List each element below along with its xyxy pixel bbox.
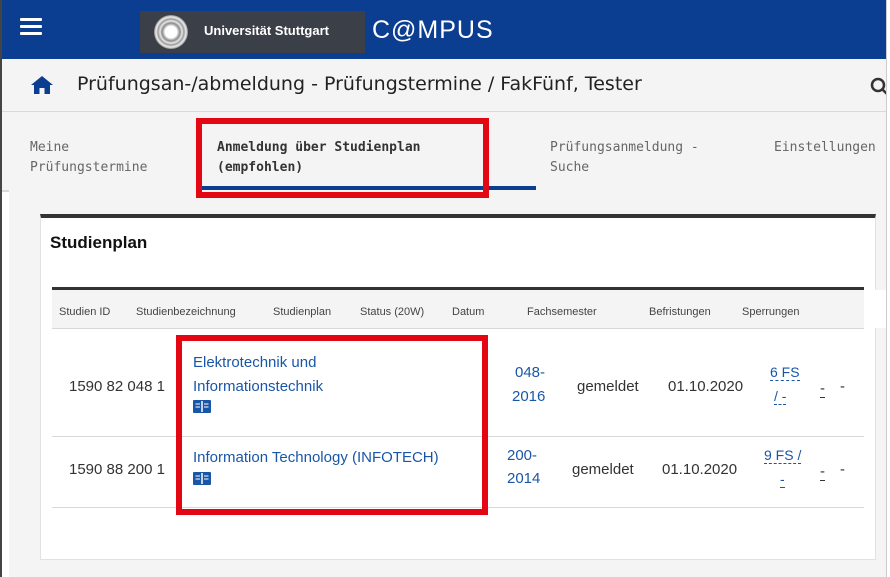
column-header-befristungen[interactable]: Befristungen bbox=[649, 306, 711, 318]
studien-id: 1590 82 048 1 bbox=[69, 378, 165, 395]
home-icon[interactable] bbox=[30, 75, 54, 100]
column-header-sperrungen[interactable]: Sperrungen bbox=[742, 306, 800, 318]
studienbezeichnung-link[interactable]: Information Technology (INFOTECH) bbox=[193, 449, 439, 466]
column-header-studienplan[interactable]: Studienplan bbox=[273, 306, 331, 318]
studienplan-link[interactable]: 200- bbox=[507, 447, 537, 464]
tab-meine-pruefungstermine[interactable]: Meine Prüfungstermine bbox=[30, 138, 147, 178]
tab-pruefungsanmeldung-suche[interactable]: Prüfungsanmeldung - Suche bbox=[550, 138, 699, 178]
datum-value: 01.10.2020 bbox=[662, 461, 738, 478]
university-seal-icon bbox=[154, 15, 188, 49]
hamburger-icon[interactable] bbox=[20, 18, 42, 36]
befristungen-value[interactable]: - bbox=[820, 380, 825, 398]
column-header-status[interactable]: Status (20W) bbox=[360, 306, 424, 318]
column-header-studien-id[interactable]: Studien ID bbox=[59, 306, 110, 318]
table-header-end bbox=[872, 290, 886, 328]
column-header-datum[interactable]: Datum bbox=[452, 306, 484, 318]
sperrungen-value: - bbox=[840, 378, 845, 395]
fachsemester-link[interactable]: 6 FS bbox=[770, 364, 800, 381]
fachsemester-link[interactable]: 9 FS / bbox=[764, 447, 802, 464]
table-row: 1590 88 200 1 Information Technology (IN… bbox=[52, 437, 864, 508]
studien-id: 1590 88 200 1 bbox=[69, 461, 165, 478]
befristungen-value[interactable]: - bbox=[820, 463, 825, 481]
studienplan-link[interactable]: 048- bbox=[515, 364, 545, 381]
fachsemester-link-line2[interactable]: / - bbox=[774, 388, 787, 405]
search-icon[interactable] bbox=[870, 77, 886, 102]
table-header: Studien ID Studienbezeichnung Studienpla… bbox=[52, 287, 886, 329]
status-value: gemeldet bbox=[577, 378, 639, 395]
column-header-fachsemester[interactable]: Fachsemester bbox=[527, 306, 597, 318]
column-header-studienbezeichnung[interactable]: Studienbezeichnung bbox=[136, 306, 236, 318]
tab-bar: Meine Prüfungstermine Anmeldung über Stu… bbox=[2, 112, 886, 192]
fachsemester-link-line2[interactable]: - bbox=[780, 471, 785, 488]
table-row: 1590 82 048 1 Elektrotechnik und Informa… bbox=[52, 342, 864, 437]
studienbezeichnung-link-line2[interactable]: Informationstechnik bbox=[193, 378, 323, 395]
book-icon[interactable] bbox=[193, 400, 211, 417]
tab-einstellungen[interactable]: Einstellungen bbox=[774, 138, 876, 158]
page-title-bar: Prüfungsan-/abmeldung - Prüfungstermine … bbox=[2, 59, 886, 112]
page-title: Prüfungsan-/abmeldung - Prüfungstermine … bbox=[77, 73, 642, 95]
panel-title: Studienplan bbox=[50, 233, 148, 252]
studienplan-link-line2[interactable]: 2016 bbox=[512, 388, 545, 405]
datum-value: 01.10.2020 bbox=[668, 378, 744, 395]
tab-anmeldung-studienplan[interactable]: Anmeldung über Studienplan (empfohlen) bbox=[217, 138, 421, 178]
university-logo[interactable]: Universität Stuttgart bbox=[140, 11, 365, 53]
app-window: Universität Stuttgart C@MPUS Prüfungsan-… bbox=[0, 0, 887, 577]
studienbezeichnung-link[interactable]: Elektrotechnik und bbox=[193, 354, 316, 371]
sperrungen-value: - bbox=[840, 461, 845, 478]
campus-brand[interactable]: C@MPUS bbox=[372, 16, 494, 45]
university-name: Universität Stuttgart bbox=[204, 23, 329, 38]
book-icon[interactable] bbox=[193, 472, 211, 489]
top-navigation-bar: Universität Stuttgart C@MPUS bbox=[2, 0, 886, 59]
status-value: gemeldet bbox=[572, 461, 634, 478]
studienplan-link-line2[interactable]: 2014 bbox=[507, 470, 540, 487]
